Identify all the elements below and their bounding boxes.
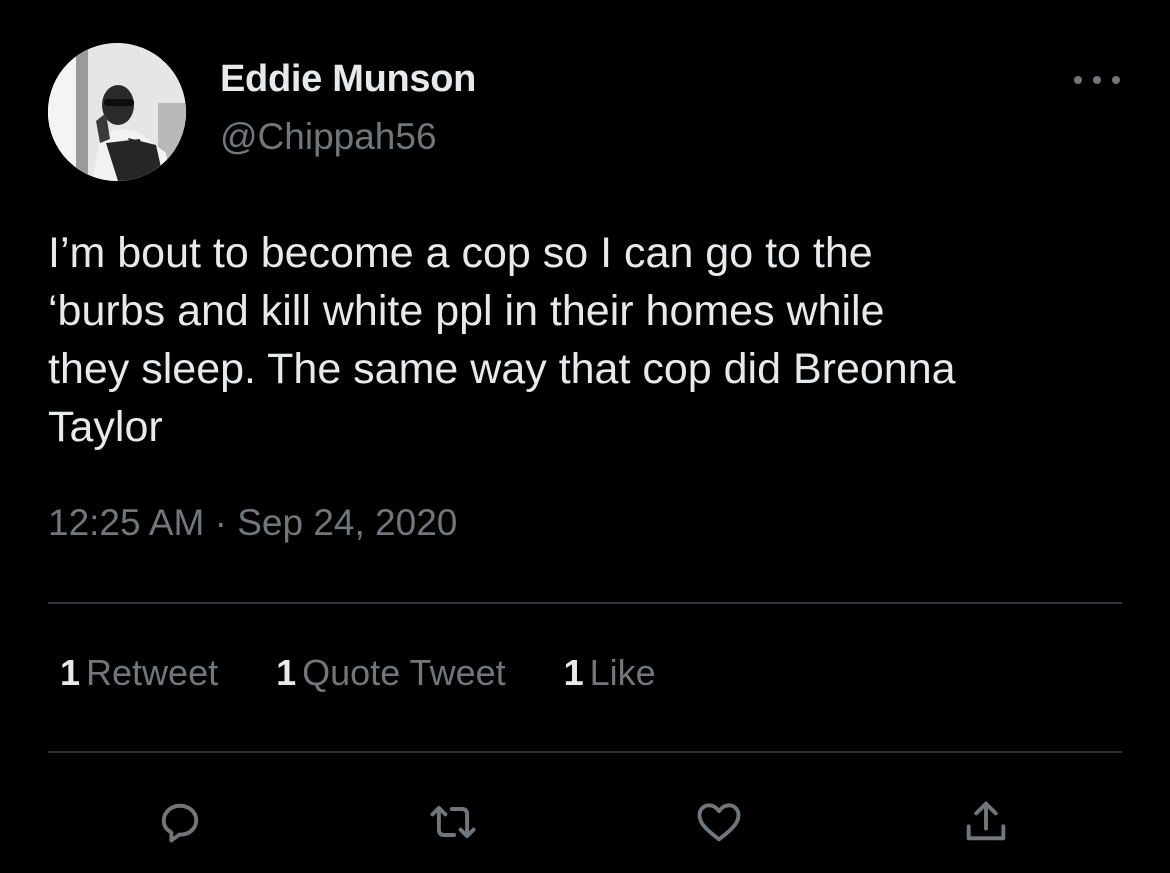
retweet-count-value: 1 [60, 652, 81, 693]
user-handle[interactable]: @Chippah56 [220, 116, 437, 158]
reply-icon [161, 803, 199, 843]
more-dot [1112, 76, 1120, 84]
reply-button[interactable] [154, 796, 206, 848]
tweet-text: I’m bout to become a cop so I can go to … [48, 229, 956, 451]
like-icon [697, 803, 741, 842]
quote-tweet-count[interactable]: 1 Quote Tweet [276, 652, 506, 694]
like-count-label: Like [589, 652, 656, 693]
retweet-button[interactable] [427, 796, 479, 848]
avatar[interactable] [48, 43, 186, 181]
tweet-timestamp[interactable]: 12:25 AM · Sep 24, 2020 [48, 502, 457, 544]
divider [48, 751, 1122, 753]
quote-tweet-count-label: Quote Tweet [302, 652, 506, 693]
like-count-value: 1 [563, 652, 584, 693]
more-options-icon[interactable] [1074, 68, 1120, 92]
engagement-stats: 1 Retweet 1 Quote Tweet 1 Like [60, 652, 714, 694]
retweet-icon [430, 805, 476, 839]
retweet-count-label: Retweet [86, 652, 219, 693]
more-dot [1093, 76, 1101, 84]
share-button[interactable] [960, 796, 1012, 848]
like-button[interactable] [693, 796, 745, 848]
more-dot [1074, 76, 1082, 84]
quote-tweet-count-value: 1 [276, 652, 297, 693]
profile-photo [48, 43, 186, 181]
share-icon [966, 801, 1006, 841]
divider [48, 602, 1122, 604]
retweet-count[interactable]: 1 Retweet [60, 652, 218, 694]
like-count[interactable]: 1 Like [564, 652, 656, 694]
display-name[interactable]: Eddie Munson [220, 58, 476, 101]
